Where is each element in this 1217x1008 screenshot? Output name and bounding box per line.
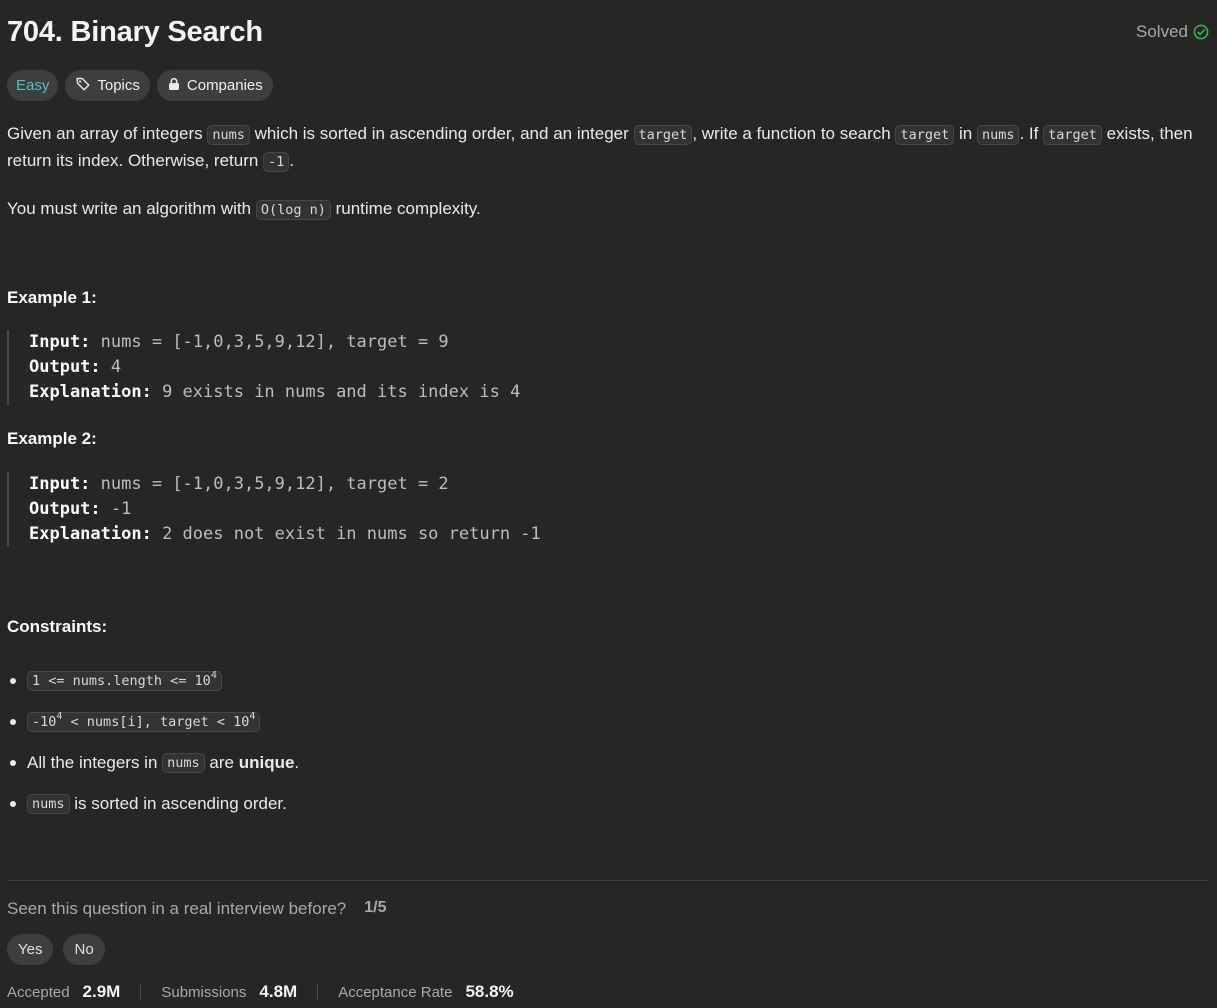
inline-code: target: [1043, 125, 1102, 145]
text: Given an array of integers: [7, 124, 208, 143]
inline-code: 1 <= nums.length <= 104: [27, 669, 222, 691]
input-label: Input:: [29, 332, 91, 352]
text: .: [289, 151, 295, 170]
text: are: [209, 752, 234, 772]
constraints-title: Constraints:: [7, 617, 108, 636]
code-text: < nums[i], target < 10: [62, 713, 250, 730]
stats-separator: [317, 983, 319, 1001]
inline-code: nums: [162, 752, 205, 773]
constraint-item: All the integers in nums are unique.: [7, 742, 299, 783]
tag-icon: [75, 76, 91, 96]
yes-button[interactable]: Yes: [7, 934, 54, 965]
lock-icon: [167, 77, 181, 95]
inline-code: nums: [976, 125, 1020, 145]
text: , write a function to search: [692, 124, 896, 143]
no-button[interactable]: No: [63, 934, 105, 965]
explanation-label: Explanation:: [29, 524, 152, 544]
inline-code: target: [895, 125, 955, 145]
text: which is sorted in ascending order, and …: [249, 124, 634, 143]
problem-description: Given an array of integers nums which is…: [7, 121, 1207, 244]
example-explanation: 9 exists in nums and its index is 4: [162, 382, 521, 402]
description-paragraph-1: Given an array of integers nums which is…: [7, 121, 1207, 175]
text: You must write an algorithm with: [7, 199, 256, 218]
inline-code: target: [633, 125, 693, 145]
text: All the integers in: [27, 752, 158, 772]
problem-description-panel: 704. Binary Search Solved Easy Topics Co…: [0, 0, 1217, 1008]
inline-code: nums: [27, 793, 70, 814]
output-label: Output:: [29, 357, 101, 377]
code-text: 1 <= nums.length <= 10: [32, 672, 211, 689]
solved-label: Solved: [1136, 22, 1188, 41]
acceptance-rate-value: 58.8%: [465, 982, 514, 1001]
problem-title[interactable]: 704. Binary Search: [7, 16, 263, 49]
acceptance-rate-label: Acceptance Rate: [338, 983, 453, 1001]
text: in: [954, 124, 977, 143]
stats-bar: Accepted 2.9M Submissions 4.8M Acceptanc…: [7, 982, 514, 1002]
companies-button[interactable]: Companies: [156, 70, 273, 101]
example-2-title: Example 2:: [7, 429, 97, 448]
inline-code: -104 < nums[i], target < 104: [27, 710, 261, 732]
example-1-block: Input: nums = [-1,0,3,5,9,12], target = …: [7, 330, 520, 405]
submissions-label: Submissions: [161, 983, 247, 1001]
solved-status: Solved: [1136, 22, 1209, 42]
bold-text: unique: [238, 752, 295, 772]
example-1-title: Example 1:: [7, 288, 97, 307]
text: is sorted in ascending order.: [74, 793, 287, 813]
title-row: 704. Binary Search Solved: [7, 12, 1209, 52]
superscript: 4: [56, 710, 63, 722]
explanation-label: Explanation:: [29, 382, 152, 402]
example-explanation: 2 does not exist in nums so return -1: [162, 524, 541, 544]
constraint-item: nums is sorted in ascending order.: [7, 783, 299, 824]
input-label: Input:: [29, 474, 91, 494]
topics-button[interactable]: Topics: [65, 70, 150, 101]
text: runtime complexity.: [330, 199, 481, 218]
example-input: nums = [-1,0,3,5,9,12], target = 2: [100, 474, 449, 494]
tag-row: Easy Topics Companies: [7, 70, 273, 101]
example-2-block: Input: nums = [-1,0,3,5,9,12], target = …: [7, 472, 541, 547]
submissions-value: 4.8M: [259, 982, 298, 1001]
check-circle-icon: [1193, 24, 1209, 40]
constraint-item: -104 < nums[i], target < 104: [7, 701, 299, 742]
topics-label: Topics: [97, 77, 140, 94]
text: .: [294, 752, 300, 772]
divider: [7, 880, 1209, 881]
constraint-item: 1 <= nums.length <= 104: [7, 660, 299, 701]
example-output: 4: [110, 357, 122, 377]
interview-feedback-prompt: Seen this question in a real interview b…: [7, 899, 387, 919]
description-paragraph-2: You must write an algorithm with O(log n…: [7, 196, 1207, 223]
constraints-list: 1 <= nums.length <= 104 -104 < nums[i], …: [7, 660, 299, 824]
code-text: -10: [32, 713, 57, 730]
output-label: Output:: [29, 499, 101, 519]
feedback-buttons: Yes No: [7, 934, 105, 965]
inline-code: O(log n): [255, 200, 331, 220]
inline-code: -1: [263, 152, 290, 172]
superscript: 4: [210, 669, 217, 681]
companies-label: Companies: [186, 77, 263, 94]
stats-separator: [140, 983, 142, 1001]
example-input: nums = [-1,0,3,5,9,12], target = 9: [100, 332, 449, 352]
text: . If: [1019, 124, 1044, 143]
accepted-value: 2.9M: [82, 982, 121, 1001]
example-output: -1: [110, 499, 132, 519]
superscript: 4: [249, 710, 256, 722]
inline-code: nums: [207, 125, 250, 145]
accepted-label: Accepted: [7, 983, 70, 1001]
feedback-ratio: 1/5: [364, 899, 387, 916]
feedback-question: Seen this question in a real interview b…: [7, 899, 347, 918]
difficulty-badge: Easy: [7, 70, 59, 101]
